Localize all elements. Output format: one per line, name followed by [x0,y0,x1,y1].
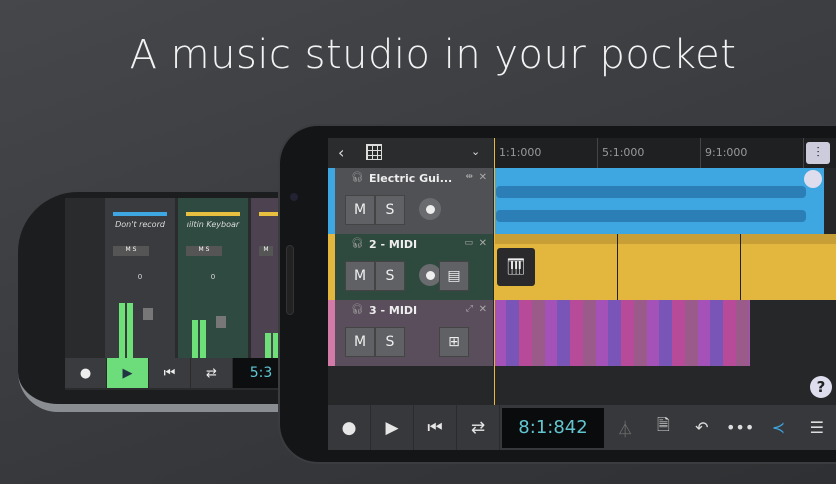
speaker-grille [286,245,294,315]
ruler-tick: 9:1:000 [700,138,747,168]
record-button[interactable]: ● [328,405,371,450]
help-button[interactable]: ? [810,376,832,398]
record-arm-button[interactable] [419,264,441,286]
track-name: 3 - MIDI [369,304,418,317]
clip-divider [740,234,741,300]
mute-button[interactable]: M [345,195,375,225]
level-meter [127,303,133,358]
time-display: 8:1:842 [502,407,604,448]
clip-divider [617,234,618,300]
solo-label[interactable]: S [133,246,137,253]
ruler-tick: 1:1:000 [494,138,541,168]
rewind-button[interactable]: ⏮ [149,358,191,388]
track-color [328,234,335,300]
audio-clip[interactable] [494,168,824,234]
headline: A music studio in your pocket [129,32,737,78]
solo-label[interactable]: S [206,246,210,253]
drum-pad-icon[interactable]: ⊞ [439,327,469,357]
solo-button[interactable]: S [375,261,405,291]
strip-name: ıiltin Keyboar [186,220,240,229]
track-color [328,300,335,366]
chevron-down-icon[interactable]: ⌄ [471,145,480,158]
track-name: 2 - MIDI [369,238,418,251]
waveform [496,186,806,198]
undo-icon[interactable]: ↶ [683,405,721,450]
back-transport: ● ▶ ⏮ ⇄ 5:3 [65,358,290,388]
share-icon[interactable]: ≺ [759,405,797,450]
headphones-icon: 🎧︎ [351,238,364,249]
sequencer-screen: ‹ ⌄ 1:1:000 5:1:000 9:1:000 1 ⫶ 🎧︎ Elect… [328,138,836,450]
headphones-icon: 🎧︎ [351,172,364,183]
level-meter [265,333,271,358]
waveform [496,210,806,222]
solo-button[interactable]: S [375,195,405,225]
piano-roll-icon[interactable]: ▤ [439,261,469,291]
strip-color-bar [113,212,167,216]
ruler-tick: 5:1:000 [597,138,644,168]
mute-solo[interactable]: M S [113,246,149,256]
record-button[interactable]: ● [65,358,107,388]
track-header[interactable]: 🎧︎ Electric Gui... ⇹ ✕ M S [328,168,493,234]
strip-name: Don't record [115,220,165,229]
drum-clip[interactable] [494,300,750,366]
fader[interactable] [216,316,226,328]
level-meter [192,320,198,358]
mixer-strip: Don't record M S 0 [105,198,175,358]
mute-label[interactable]: M [199,246,204,253]
keyboard-icon[interactable]: ▭ [464,238,473,248]
mixer-strip: ıiltin Keyboar M S 0 [178,198,248,358]
play-button[interactable]: ▶ [371,405,414,450]
strip-color-bar [186,212,240,216]
back-icon[interactable]: ‹ [338,143,344,162]
fader[interactable] [143,308,153,320]
close-icon[interactable]: ✕ [479,238,487,249]
track-color [328,168,335,234]
track-name: Electric Gui... [369,172,453,185]
volume-value: 0 [137,273,143,281]
solo-button[interactable]: S [375,327,405,357]
clip-header [494,234,836,244]
rewind-button[interactable]: ⏮ [414,405,457,450]
headphones-icon: 🎧︎ [351,304,364,315]
mute-label[interactable]: M [126,246,131,253]
more-icon[interactable]: ••• [721,405,759,450]
close-icon[interactable]: ✕ [479,304,487,315]
metronome-icon[interactable]: ⏃ [606,405,644,450]
close-icon[interactable]: ✕ [479,172,487,183]
loop-button[interactable]: ⇄ [191,358,233,388]
record-arm-button[interactable] [419,198,441,220]
mixer-screen: Don't record M S 0 ıiltin Keyboar M S 0 … [65,198,290,390]
playhead[interactable] [494,138,495,405]
volume-value: 0 [210,273,216,281]
menu-icon[interactable]: ☰ [798,405,836,450]
expand-icon[interactable]: ⤢ [466,304,473,314]
mute-solo[interactable]: M S [186,246,222,256]
piano-icon[interactable]: 🎹︎ [497,248,535,286]
mixer-icon[interactable]: ⫶ [806,142,830,164]
loop-button[interactable]: ⇄ [457,405,500,450]
level-meter [200,320,206,358]
mute-button[interactable]: M [345,327,375,357]
track-header[interactable]: 🎧︎ 2 - MIDI ▭ ✕ M S ▤ [328,234,493,300]
audio-icon [804,170,822,188]
mute-button[interactable]: M [259,246,273,256]
mute-button[interactable]: M [345,261,375,291]
transport-toolbar: ● ▶ ⏮ ⇄ 8:1:842 ⏃ 🗎 ↶ ••• ≺ ☰ [328,405,836,450]
timeline-ruler[interactable]: 1:1:000 5:1:000 9:1:000 1 ⫶ [494,138,836,168]
midi-clip[interactable]: 🎹︎ [494,234,836,300]
pan-icon[interactable]: ⇹ [465,172,473,182]
grid-icon[interactable] [366,144,382,160]
add-file-icon[interactable]: 🗎 [644,405,682,450]
camera [290,193,298,201]
play-button[interactable]: ▶ [107,358,149,388]
level-meter [119,303,125,358]
track-header[interactable]: 🎧︎ 3 - MIDI ⤢ ✕ M S ⊞ [328,300,493,366]
track-header-bar: ‹ ⌄ [328,138,493,168]
